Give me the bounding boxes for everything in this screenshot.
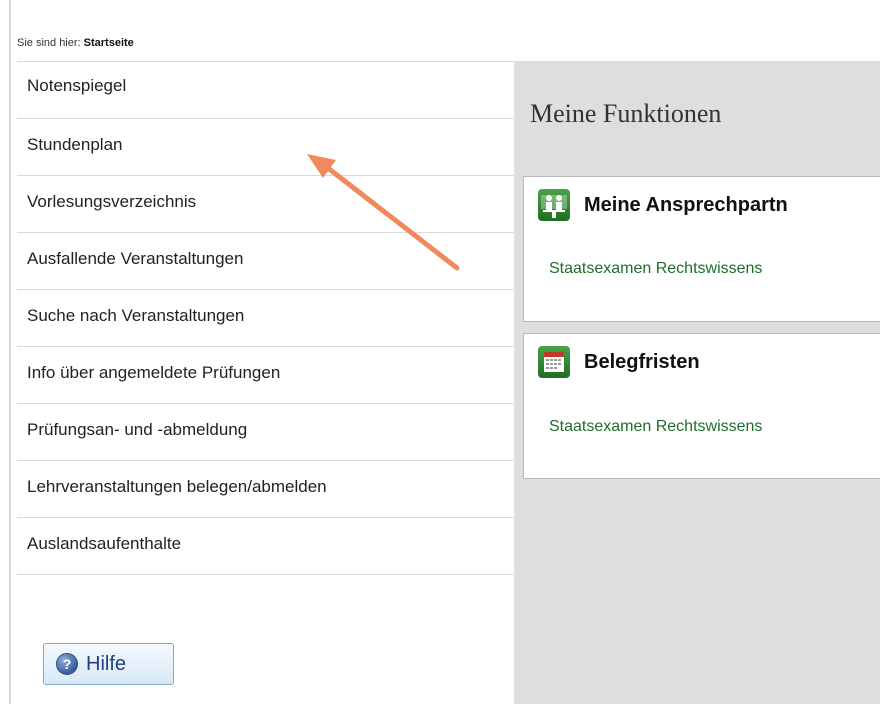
sidebar-item-info-pruefungen[interactable]: Info über angemeldete Prüfungen (17, 347, 514, 404)
card-header: Belegfristen (538, 346, 700, 378)
card-header: Meine Ansprechpartn (538, 189, 788, 221)
card-contacts: Meine Ansprechpartn Staatsexamen Rechtsw… (523, 176, 880, 322)
page-left-border (9, 0, 11, 704)
people-icon (538, 189, 570, 221)
help-button-label: Hilfe (86, 652, 127, 675)
sidebar-item-pruefungsanmeldung[interactable]: Prüfungsan- und -abmeldung (17, 404, 514, 461)
card-link-staatsexamen[interactable]: Staatsexamen Rechtswissens (549, 418, 762, 436)
sidebar: Notenspiegel Stundenplan Vorlesungsverze… (17, 61, 514, 704)
breadcrumb-prefix: Sie sind hier: (17, 37, 81, 49)
sidebar-item-vorlesungsverzeichnis[interactable]: Vorlesungsverzeichnis (17, 176, 514, 233)
help-button[interactable]: ? Hilfe (43, 643, 174, 685)
breadcrumb-current[interactable]: Startseite (84, 37, 134, 49)
help-icon: ? (56, 653, 78, 675)
card-link-staatsexamen[interactable]: Staatsexamen Rechtswissens (549, 260, 762, 278)
sidebar-item-stundenplan[interactable]: Stundenplan (17, 119, 514, 176)
sidebar-item-lehrveranstaltungen-belegen[interactable]: Lehrveranstaltungen belegen/abmelden (17, 461, 514, 518)
breadcrumb: Sie sind hier: Startseite (17, 37, 134, 49)
sidebar-nav: Notenspiegel Stundenplan Vorlesungsverze… (17, 61, 514, 575)
card-title: Belegfristen (584, 350, 700, 373)
card-title: Meine Ansprechpartn (584, 193, 788, 216)
main-panel: Meine Funktionen Meine Ansprechpartn Sta… (514, 61, 880, 704)
sidebar-item-ausfallende-veranstaltungen[interactable]: Ausfallende Veranstaltungen (17, 233, 514, 290)
card-belegfristen: Belegfristen Staatsexamen Rechtswissens (523, 333, 880, 479)
sidebar-item-suche-veranstaltungen[interactable]: Suche nach Veranstaltungen (17, 290, 514, 347)
sidebar-item-auslandsaufenthalte[interactable]: Auslandsaufenthalte (17, 518, 514, 575)
calendar-icon (538, 346, 570, 378)
page-title: Meine Funktionen (530, 99, 722, 128)
sidebar-item-notenspiegel[interactable]: Notenspiegel (17, 62, 514, 119)
